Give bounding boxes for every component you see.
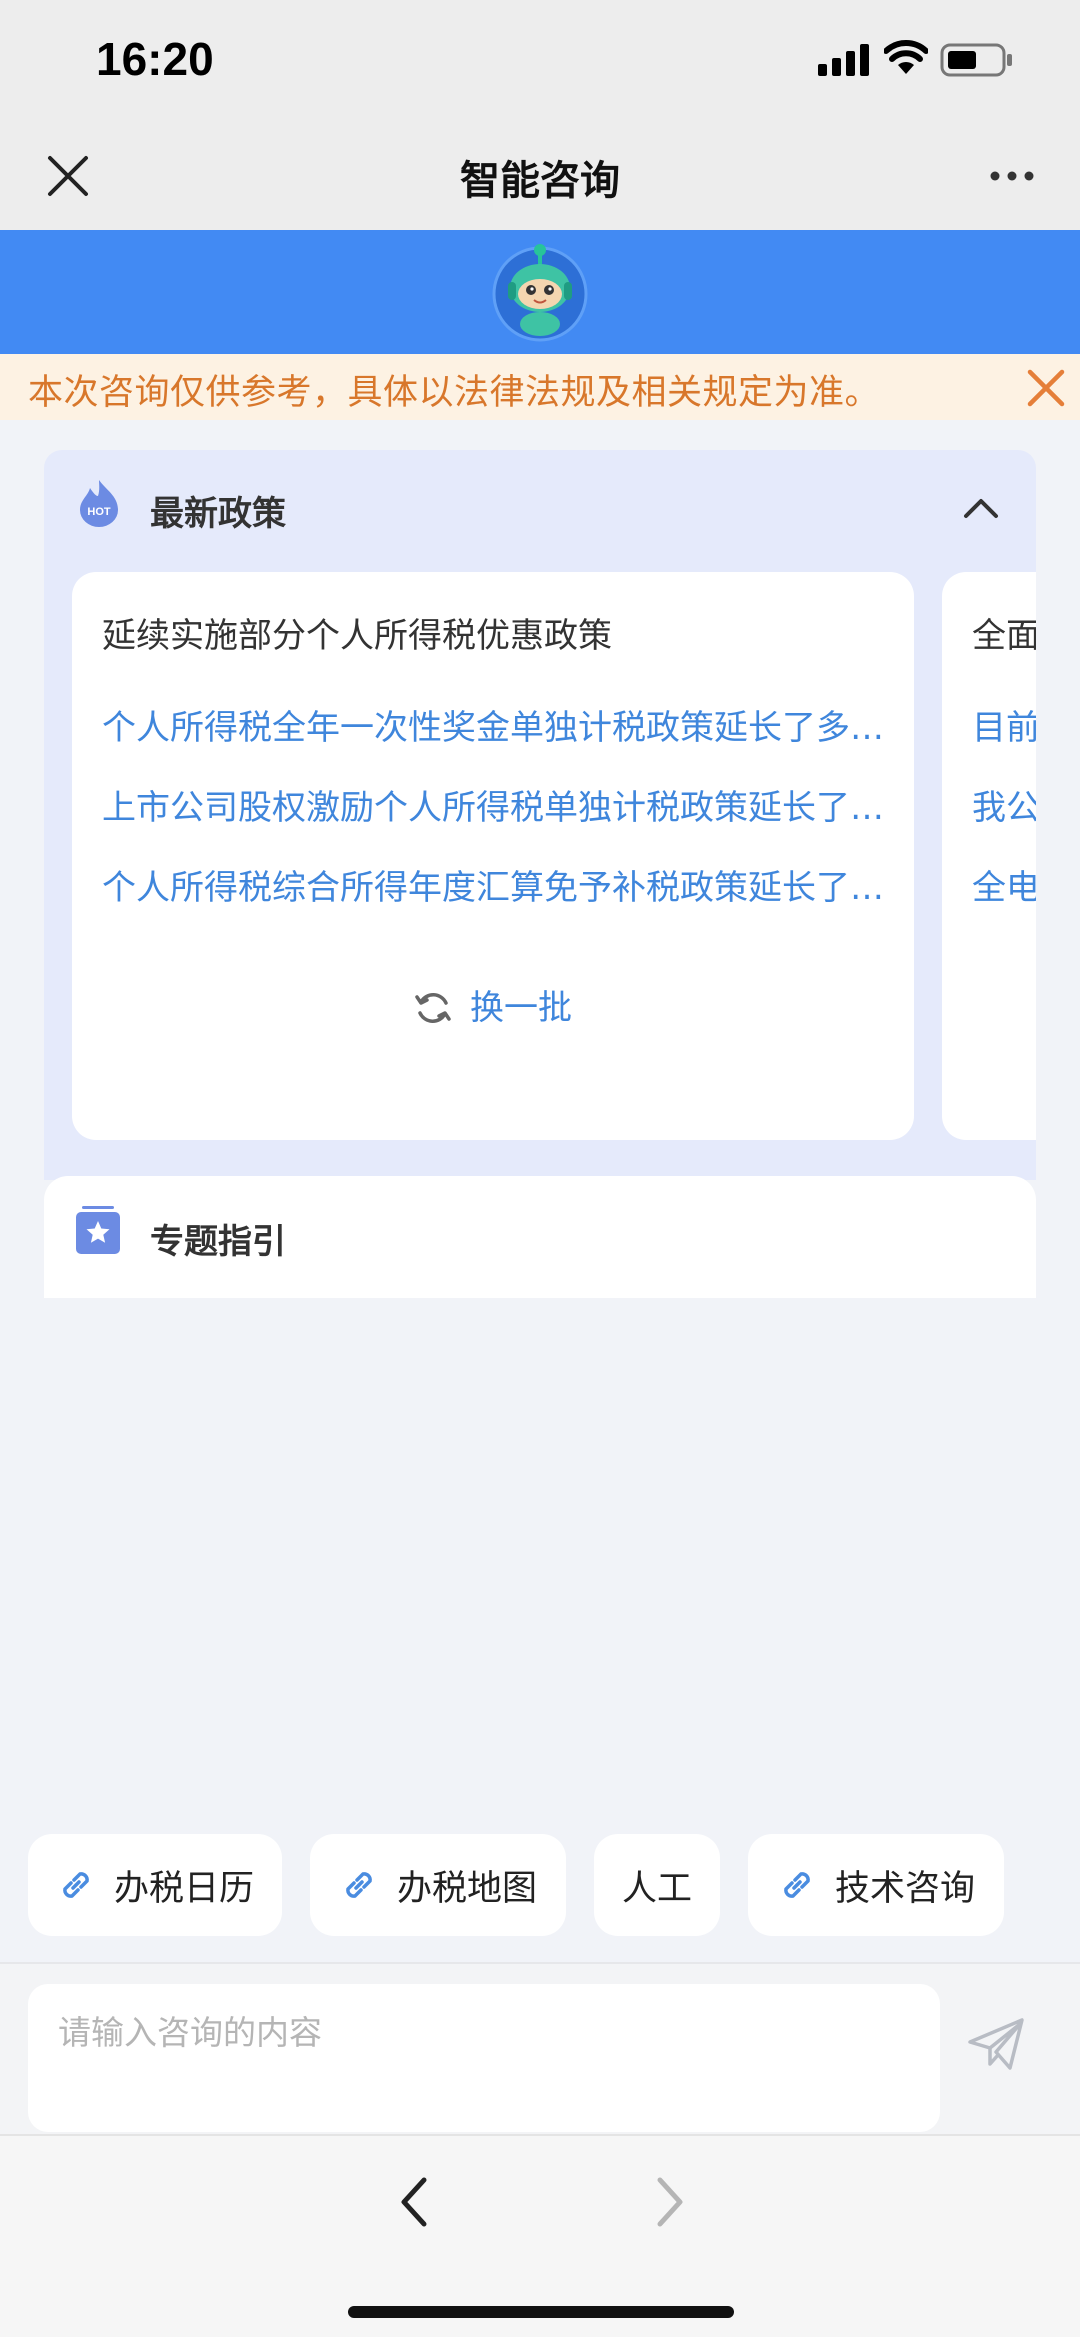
- message-composer: 请输入咨询的内容: [0, 1962, 1080, 2134]
- policy-question-link[interactable]: 上市公司股权激励个人所得税单独计税政策延长了多久？: [102, 780, 886, 829]
- refresh-batch-button[interactable]: 换一批: [72, 980, 914, 1029]
- policy-question-link[interactable]: 目前: [972, 700, 1036, 749]
- cellular-signal-icon: [818, 44, 869, 76]
- section-title: 专题指引: [150, 1222, 286, 1262]
- hot-badge-text: HOT: [87, 506, 111, 518]
- hot-flame-icon: HOT: [80, 480, 118, 527]
- tax-map-button[interactable]: 办税地图: [310, 1834, 566, 1936]
- wifi-icon: [884, 40, 928, 74]
- star-bookmark-icon: [76, 1206, 120, 1254]
- policy-question-link[interactable]: 我公: [972, 780, 1036, 829]
- header-banner: [0, 230, 1080, 354]
- notice-text: 本次咨询仅供参考，具体以法律法规及相关规定为准。: [28, 373, 881, 413]
- browser-nav-bar: [0, 2134, 1080, 2337]
- refresh-label: 换一批: [470, 988, 572, 1028]
- input-placeholder: 请输入咨询的内容: [58, 2013, 322, 2052]
- send-icon[interactable]: [966, 2014, 1026, 2074]
- section-title: 最新政策: [150, 494, 286, 534]
- policy-card-title: 全面: [972, 616, 1036, 656]
- link-icon: [784, 1872, 810, 1898]
- policy-question-link[interactable]: 全电: [972, 860, 1036, 909]
- nav-bar: 智能咨询: [0, 120, 1080, 230]
- chevron-up-icon[interactable]: [962, 496, 1000, 520]
- close-icon[interactable]: [1026, 368, 1066, 408]
- link-icon: [63, 1872, 89, 1898]
- quick-button-label: 技术咨询: [834, 1868, 975, 1909]
- notice-bar: 本次咨询仅供参考，具体以法律法规及相关规定为准。: [0, 354, 1080, 420]
- latest-policy-section: HOT 最新政策 延续实施部分个人所得税优惠政策 个人所得税全年一次性奖金单独计…: [44, 450, 1036, 1180]
- refresh-icon: [415, 993, 451, 1023]
- home-indicator[interactable]: [348, 2306, 734, 2318]
- message-input[interactable]: 请输入咨询的内容: [28, 1984, 940, 2132]
- battery-icon: [940, 43, 1012, 77]
- topic-guide-section[interactable]: 专题指引: [44, 1176, 1036, 1298]
- tech-support-button[interactable]: 技术咨询: [748, 1834, 1004, 1936]
- forward-arrow-icon[interactable]: [650, 2172, 690, 2232]
- robot-avatar-icon: [492, 244, 588, 342]
- back-arrow-icon[interactable]: [394, 2172, 434, 2232]
- policy-question-link[interactable]: 个人所得税全年一次性奖金单独计税政策延长了多久？: [102, 700, 886, 749]
- quick-button-label: 人工: [621, 1868, 692, 1909]
- page-title: 智能咨询: [460, 158, 620, 204]
- policy-card-next[interactable]: 全面 目前 我公 全电: [942, 572, 1036, 1140]
- policy-card: 延续实施部分个人所得税优惠政策 个人所得税全年一次性奖金单独计税政策延长了多久？…: [72, 572, 914, 1140]
- quick-button-label: 办税地图: [396, 1868, 537, 1909]
- tax-calendar-button[interactable]: 办税日历: [28, 1834, 282, 1936]
- more-icon[interactable]: [990, 166, 1034, 186]
- quick-button-label: 办税日历: [113, 1868, 254, 1909]
- policy-question-link[interactable]: 个人所得税综合所得年度汇算免予补税政策延长了多久？: [102, 860, 886, 909]
- human-agent-button[interactable]: 人工: [594, 1834, 720, 1936]
- status-time: 16:20: [96, 33, 214, 85]
- status-bar: 16:20: [0, 0, 1080, 120]
- policy-card-title: 延续实施部分个人所得税优惠政策: [102, 616, 612, 656]
- link-icon: [346, 1872, 372, 1898]
